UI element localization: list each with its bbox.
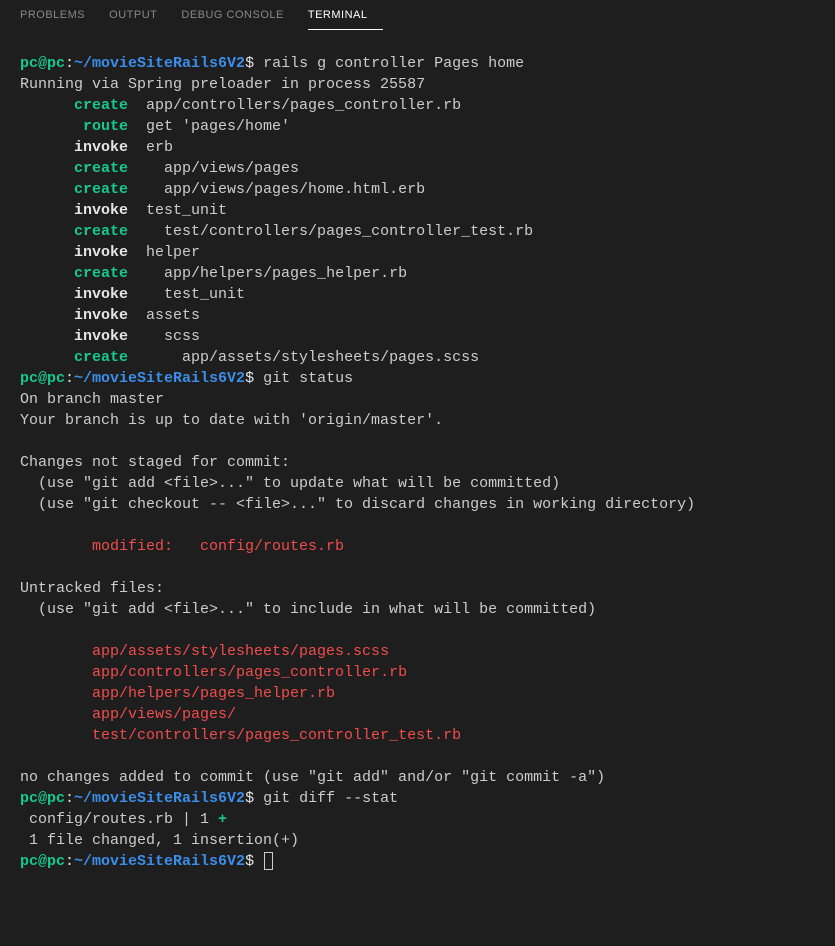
git-hint: (use "git checkout -- <file>..." to disc… [20,496,695,513]
pad [20,328,74,345]
rails-action: invoke [74,202,128,219]
git-untracked-file: test/controllers/pages_controller_test.r… [92,727,461,744]
diff-plus: + [218,811,227,828]
rails-path: helper [128,244,200,261]
prompt-dollar: $ [245,853,263,870]
pad [20,181,74,198]
rails-action: create [74,97,128,114]
pad [20,307,74,324]
rails-path: test/controllers/pages_controller_test.r… [128,223,533,240]
pad [20,349,74,366]
rails-action: create [74,181,128,198]
prompt-colon: : [65,790,74,807]
rails-path: scss [128,328,200,345]
rails-action: invoke [74,244,128,261]
git-untracked: Untracked files: [20,580,164,597]
cursor [264,852,273,870]
rails-action: invoke [74,328,128,345]
command-git-diff: git diff --stat [263,790,398,807]
rails-path: app/helpers/pages_helper.rb [128,265,407,282]
panel-tabs: PROBLEMS OUTPUT DEBUG CONSOLE TERMINAL [0,0,835,39]
pad [20,727,92,744]
rails-action: route [83,118,128,135]
rails-action: invoke [74,307,128,324]
tab-output[interactable]: OUTPUT [109,8,173,30]
rails-action: create [74,349,128,366]
git-notstaged: Changes not staged for commit: [20,454,290,471]
rails-action: create [74,160,128,177]
diff-summary: 1 file changed, 1 insertion(+) [20,832,299,849]
rails-path: test_unit [128,286,245,303]
pad [20,643,92,660]
git-untracked-file: app/controllers/pages_controller.rb [92,664,407,681]
rails-path: erb [128,139,173,156]
rails-action: create [74,265,128,282]
pad [20,244,74,261]
git-untracked-file: app/helpers/pages_helper.rb [92,685,335,702]
prompt-path: ~/movieSiteRails6V2 [74,55,245,72]
prompt-user: pc@pc [20,370,65,387]
prompt-dollar: $ [245,370,263,387]
pad [20,139,74,156]
pad [20,223,74,240]
command-git-status: git status [263,370,353,387]
git-nochanges: no changes added to commit (use "git add… [20,769,605,786]
tab-terminal[interactable]: TERMINAL [308,8,384,30]
pad [20,265,74,282]
pad [20,538,92,555]
command-rails: rails g controller Pages home [263,55,524,72]
prompt-user: pc@pc [20,790,65,807]
rails-path: test_unit [128,202,227,219]
git-branch: On branch master [20,391,164,408]
git-hint: (use "git add <file>..." to update what … [20,475,560,492]
pad [20,118,83,135]
prompt-colon: : [65,55,74,72]
output-line: Running via Spring preloader in process … [20,76,425,93]
prompt-user: pc@pc [20,55,65,72]
prompt-path: ~/movieSiteRails6V2 [74,790,245,807]
pad [20,97,74,114]
rails-path: get 'pages/home' [128,118,290,135]
rails-path: app/views/pages [128,160,299,177]
git-hint: (use "git add <file>..." to include in w… [20,601,596,618]
rails-action: invoke [74,139,128,156]
prompt-colon: : [65,853,74,870]
tab-problems[interactable]: PROBLEMS [20,8,101,30]
rails-path: app/assets/stylesheets/pages.scss [128,349,479,366]
diff-stat-file: config/routes.rb | 1 [20,811,218,828]
pad [20,202,74,219]
rails-path: app/views/pages/home.html.erb [128,181,425,198]
git-uptodate: Your branch is up to date with 'origin/m… [20,412,443,429]
prompt-user: pc@pc [20,853,65,870]
pad [20,286,74,303]
git-untracked-file: app/views/pages/ [92,706,236,723]
rails-path: assets [128,307,200,324]
prompt-path: ~/movieSiteRails6V2 [74,370,245,387]
prompt-dollar: $ [245,790,263,807]
git-untracked-file: app/assets/stylesheets/pages.scss [92,643,389,660]
terminal-content[interactable]: pc@pc:~/movieSiteRails6V2$ rails g contr… [0,39,835,886]
pad [20,664,92,681]
prompt-colon: : [65,370,74,387]
prompt-path: ~/movieSiteRails6V2 [74,853,245,870]
git-modified-file: modified: config/routes.rb [92,538,344,555]
rails-action: invoke [74,286,128,303]
pad [20,706,92,723]
prompt-dollar: $ [245,55,263,72]
rails-path: app/controllers/pages_controller.rb [128,97,461,114]
pad [20,160,74,177]
rails-action: create [74,223,128,240]
pad [20,685,92,702]
tab-debug-console[interactable]: DEBUG CONSOLE [181,8,299,30]
